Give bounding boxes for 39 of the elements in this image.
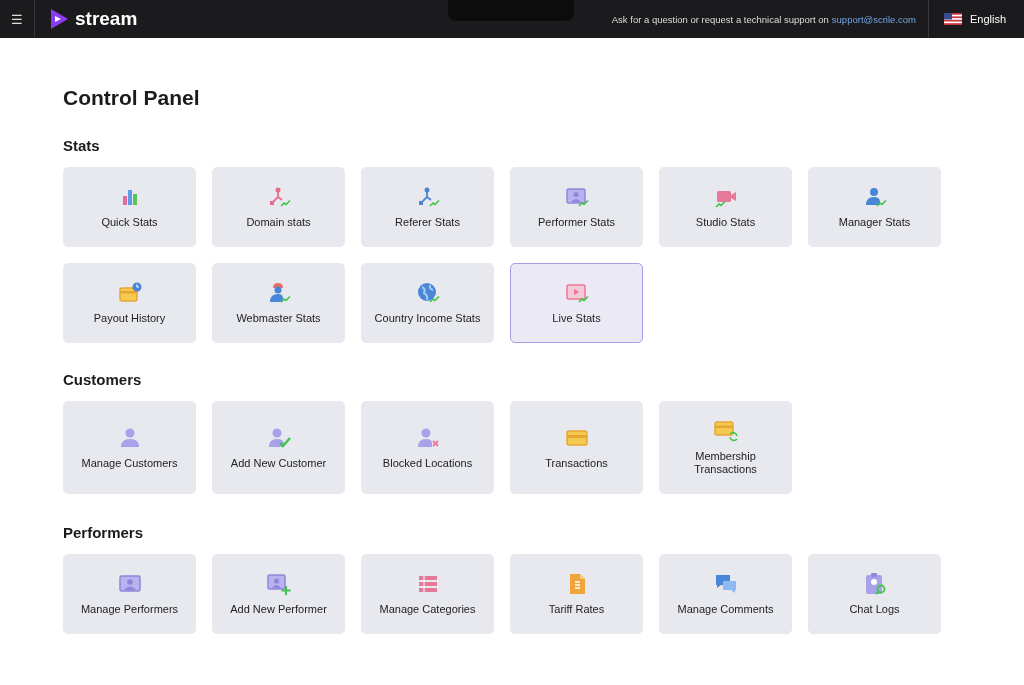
control-tile[interactable]: Country Income Stats <box>361 263 494 343</box>
control-tile[interactable]: Webmaster Stats <box>212 263 345 343</box>
support-link[interactable]: support@scrile.com <box>831 13 916 25</box>
control-tile[interactable]: Add New Customer <box>212 401 345 494</box>
globe-trend-icon <box>415 281 440 305</box>
portrait-trend-icon <box>564 185 589 209</box>
control-tile[interactable]: Manage Categories <box>361 554 494 634</box>
control-tile[interactable]: Blocked Locations <box>361 401 494 494</box>
control-tile[interactable]: Manager Stats <box>808 167 941 247</box>
control-tile[interactable]: Manage Customers <box>63 401 196 494</box>
control-tile[interactable]: Membership Transactions <box>659 401 792 494</box>
section-heading: Performers <box>63 524 145 541</box>
control-tile[interactable]: Manage Comments <box>659 554 792 634</box>
card-refresh-icon <box>713 419 738 443</box>
play-logo-icon <box>49 8 69 30</box>
chat-bubbles-icon <box>713 572 738 596</box>
control-tile[interactable]: Live Stats <box>510 263 643 343</box>
control-tile[interactable]: Quick Stats <box>63 167 196 247</box>
control-tile[interactable]: Chat Logs <box>808 554 941 634</box>
play-screen-trend-icon <box>564 281 589 305</box>
control-tile[interactable]: Domain stats <box>212 167 345 247</box>
control-tile[interactable]: Payout History <box>63 263 196 343</box>
wallet-clock-icon <box>117 281 142 305</box>
support-text: Ask for a question or request a technical support on <box>611 13 829 25</box>
control-tile[interactable]: Manage Performers <box>63 554 196 634</box>
portrait-plus-icon <box>266 572 291 596</box>
menu-button[interactable]: ☰ <box>9 11 25 27</box>
section-heading: Stats <box>63 137 101 154</box>
control-tile[interactable]: Add New Performer <box>212 554 345 634</box>
control-tile[interactable]: Referer Stats <box>361 167 494 247</box>
section-heading: Customers <box>63 371 143 388</box>
control-tile[interactable]: Performer Stats <box>510 167 643 247</box>
control-tile[interactable]: Tariff Rates <box>510 554 643 634</box>
control-tile[interactable]: Transactions <box>510 401 643 494</box>
flag-icon <box>943 13 962 25</box>
page-title: Control Panel <box>63 86 201 110</box>
language-selector[interactable]: English <box>927 0 1024 38</box>
logo-text: stream <box>75 8 138 30</box>
control-tile[interactable]: Studio Stats <box>659 167 792 247</box>
